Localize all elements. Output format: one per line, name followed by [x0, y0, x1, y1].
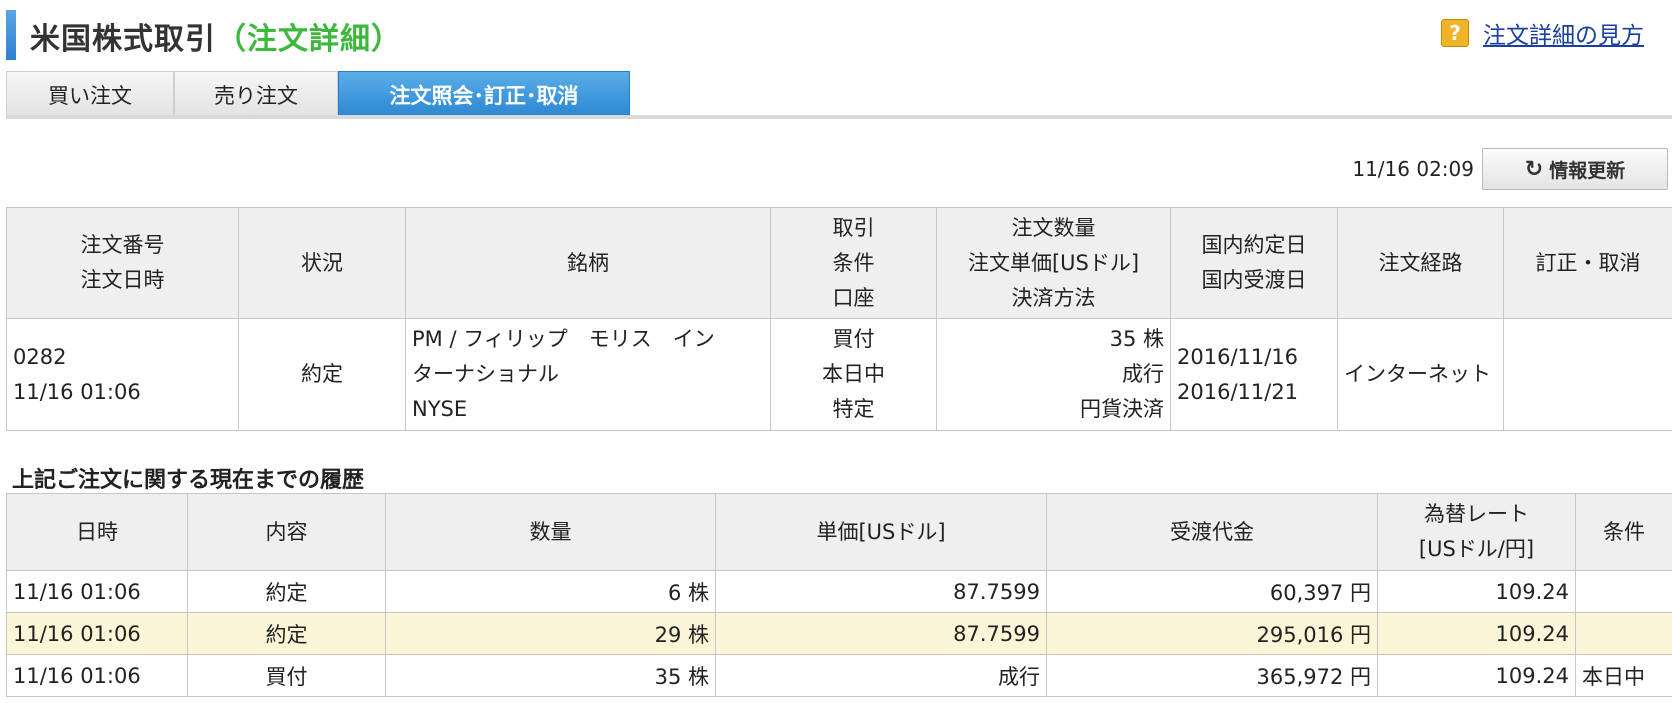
refresh-button-label: 情報更新 — [1549, 159, 1626, 182]
row-rate: 109.24 — [1377, 570, 1576, 613]
cell-status: 約定 — [238, 318, 406, 431]
header-price: 単価[USドル] — [715, 493, 1047, 571]
row-amount: 295,016 円 — [1046, 612, 1378, 655]
page-title-main: 米国株式取引 — [30, 22, 216, 57]
row-price: 成行 — [715, 654, 1047, 697]
header-dates: 国内約定日 国内受渡日 — [1170, 207, 1338, 319]
title-accent-bar — [6, 10, 16, 60]
row-datetime: 11/16 01:06 — [6, 570, 188, 613]
history-table: 日時 内容 数量 単価[USドル] 受渡代金 為替レート [USドル/円] 条件 … — [6, 493, 1672, 697]
row-amount: 365,972 円 — [1046, 654, 1378, 697]
row-rate: 109.24 — [1377, 654, 1576, 697]
row-rate: 109.24 — [1377, 612, 1576, 655]
tab-order-inquiry[interactable]: 注文照会･訂正･取消 — [338, 71, 630, 118]
history-header-row: 日時 内容 数量 単価[USドル] 受渡代金 為替レート [USドル/円] 条件 — [6, 493, 1672, 571]
order-detail-table: 注文番号 注文日時 状況 銘柄 取引 条件 口座 注文数量 注文単価[USドル] 決済方法… — [6, 207, 1672, 431]
page-title-sub: （注文詳細） — [216, 22, 402, 57]
cell-dates: 2016/11/16 2016/11/21 — [1170, 318, 1338, 431]
order-number: 0282 — [13, 344, 67, 369]
refresh-icon: ↻ — [1524, 156, 1544, 182]
page-title: 米国株式取引（注文詳細） — [30, 14, 402, 58]
cell-quantity-price: 35 株成行 円貨決済 — [936, 318, 1171, 431]
cell-modify-cancel — [1503, 318, 1672, 431]
help-link[interactable]: 注文詳細の見方 — [1483, 16, 1644, 50]
tab-underline — [6, 115, 1672, 119]
header-modify-cancel: 訂正・取消 — [1503, 207, 1672, 319]
refresh-button[interactable]: ↻ 情報更新 — [1482, 148, 1668, 190]
row-content: 約定 — [187, 570, 386, 613]
tab-sell-order[interactable]: 売り注文 — [174, 71, 338, 118]
row-condition: 本日中 — [1575, 654, 1672, 697]
refresh-row: 11/16 02:09 ↻ 情報更新 — [1352, 148, 1668, 190]
row-datetime: 11/16 01:06 — [6, 612, 188, 655]
table-row: 11/16 01:06 約定 29 株 87.7599 295,016 円 10… — [6, 612, 1672, 655]
cell-route: インターネット — [1337, 318, 1504, 431]
header-datetime: 日時 — [6, 493, 188, 571]
row-condition — [1575, 612, 1672, 655]
row-amount: 60,397 円 — [1046, 570, 1378, 613]
stock-market: NYSE — [412, 397, 468, 421]
header-stock: 銘柄 — [405, 207, 771, 319]
order-row: 0282 11/16 01:06 約定 PM / フィリップ モリス イン ターナシ… — [6, 318, 1672, 431]
header-quantity-price: 注文数量 注文単価[USドル] 決済方法 — [936, 207, 1171, 319]
table-row: 11/16 01:06 約定 6 株 87.7599 60,397 円 109.… — [6, 570, 1672, 613]
row-content: 約定 — [187, 612, 386, 655]
row-qty: 35 株 — [385, 654, 716, 697]
row-qty: 29 株 — [385, 612, 716, 655]
cell-stock: PM / フィリップ モリス イン ターナショナル NYSE — [405, 318, 771, 431]
tab-bar: 買い注文 売り注文 注文照会･訂正･取消 — [6, 71, 630, 118]
row-datetime: 11/16 01:06 — [6, 654, 188, 697]
header-content: 内容 — [187, 493, 386, 571]
header-condition: 条件 — [1575, 493, 1672, 571]
header-rate: 為替レート [USドル/円] — [1377, 493, 1576, 571]
order-header-row: 注文番号 注文日時 状況 銘柄 取引 条件 口座 注文数量 注文単価[USドル] 決済方法… — [6, 207, 1672, 319]
stock-name-line1: PM / フィリップ モリス イン — [412, 327, 715, 351]
header-qty: 数量 — [385, 493, 716, 571]
header-route: 注文経路 — [1337, 207, 1504, 319]
table-row: 11/16 01:06 買付 35 株 成行 365,972 円 109.24 … — [6, 654, 1672, 697]
history-title: 上記ご注文に関する現在までの履歴 — [12, 468, 365, 493]
tab-buy-order[interactable]: 買い注文 — [6, 71, 174, 118]
row-price: 87.7599 — [715, 570, 1047, 613]
cell-trade-condition: 買付 本日中 特定 — [770, 318, 937, 431]
header-order-number: 注文番号 注文日時 — [6, 207, 239, 319]
help-area: ? 注文詳細の見方 — [1441, 16, 1644, 50]
row-qty: 6 株 — [385, 570, 716, 613]
row-content: 買付 — [187, 654, 386, 697]
question-icon[interactable]: ? — [1441, 19, 1469, 47]
header-status: 状況 — [238, 207, 406, 319]
header-trade-condition: 取引 条件 口座 — [770, 207, 937, 319]
row-price: 87.7599 — [715, 612, 1047, 655]
stock-name-line2: ターナショナル — [412, 362, 559, 386]
cell-order-number: 0282 11/16 01:06 — [6, 318, 239, 431]
order-datetime: 11/16 01:06 — [13, 379, 141, 404]
row-condition — [1575, 570, 1672, 613]
update-timestamp: 11/16 02:09 — [1352, 157, 1474, 181]
header-amount: 受渡代金 — [1046, 493, 1378, 571]
